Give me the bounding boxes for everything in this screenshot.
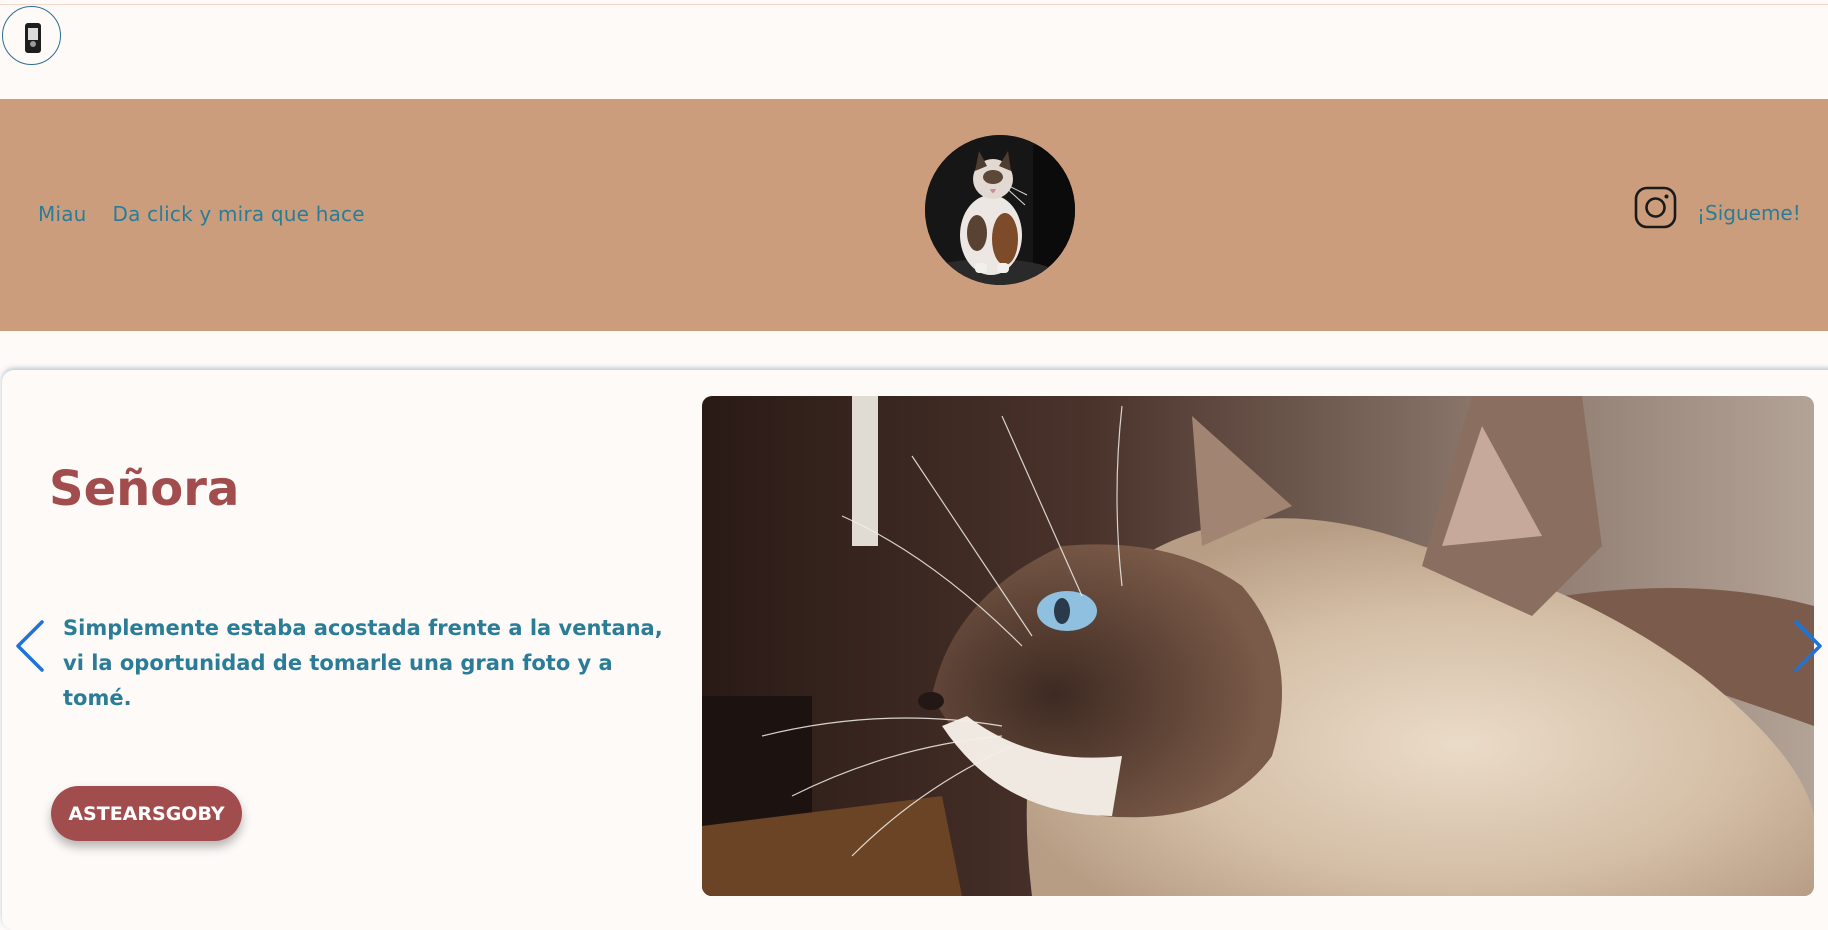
logo-cat-photo[interactable]: [925, 135, 1075, 285]
slide-cta-button[interactable]: ASTEARSGOBY: [51, 786, 242, 841]
instagram-icon[interactable]: [1634, 186, 1677, 229]
nav-link-miau[interactable]: Miau: [38, 202, 87, 226]
slide-title: Señora: [49, 461, 240, 517]
follow-link[interactable]: ¡Sigueme!: [1697, 201, 1801, 225]
main-nav: Miau Da click y mira que hace: [38, 202, 365, 226]
chevron-right-icon[interactable]: [1790, 616, 1826, 676]
slide-description: Simplemente estaba acostada frente a la …: [63, 616, 663, 710]
top-border: [0, 4, 1828, 5]
profile-avatar[interactable]: [2, 6, 61, 65]
slide-cat-photo: [702, 396, 1814, 896]
site-header: Miau Da click y mira que hace ¡Sigueme!: [0, 99, 1828, 331]
chevron-left-icon[interactable]: [12, 616, 48, 676]
nav-link-da-click[interactable]: Da click y mira que hace: [113, 202, 365, 226]
